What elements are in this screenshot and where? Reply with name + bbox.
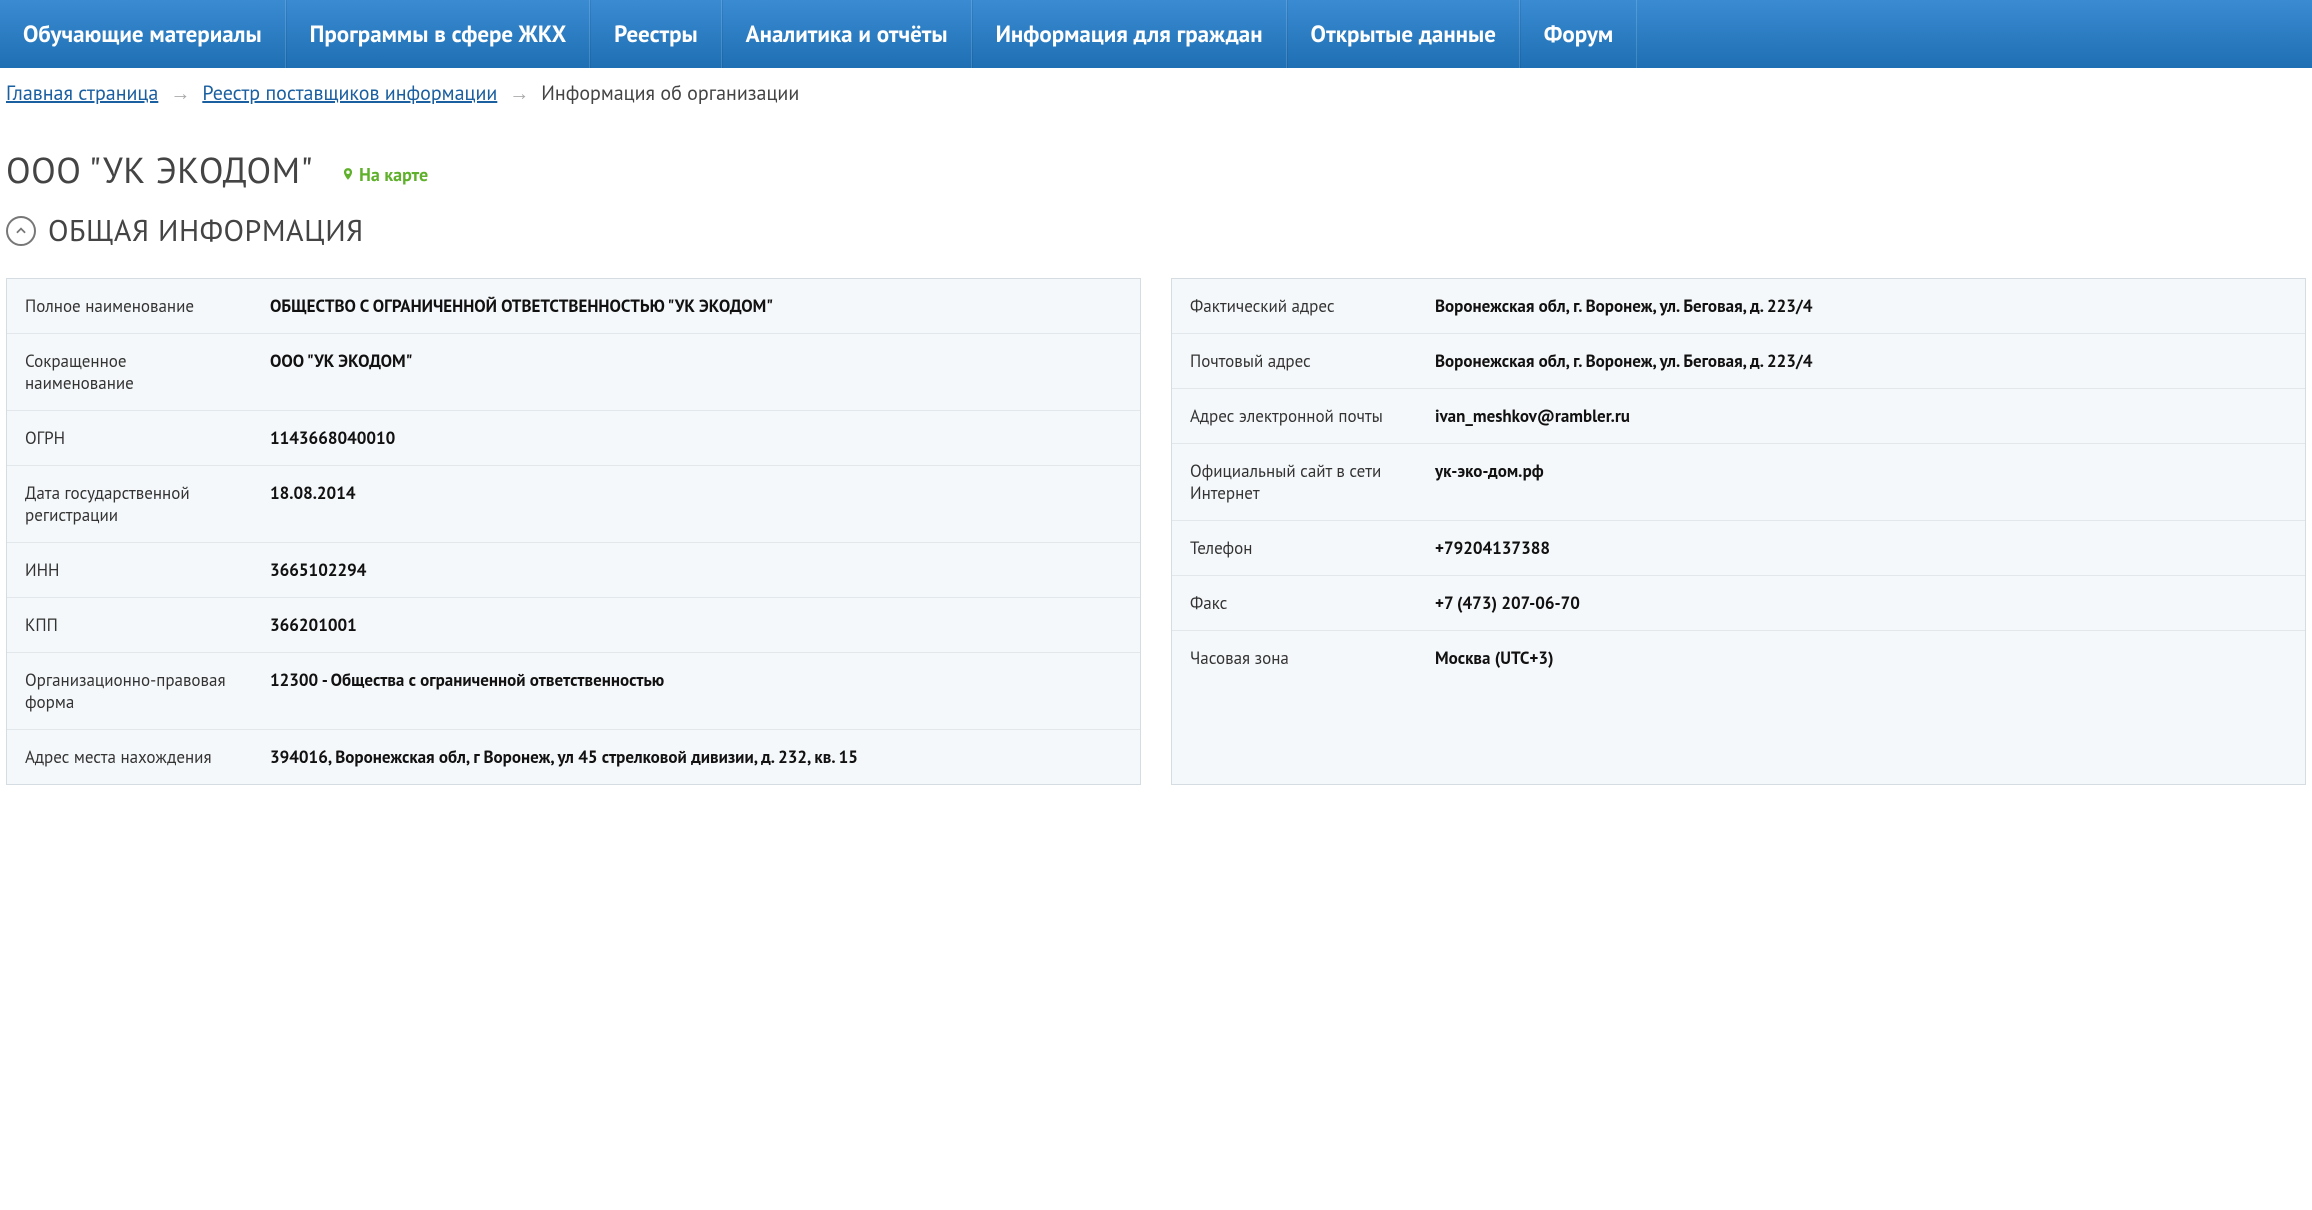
nav-item-citizens[interactable]: Информация для граждан: [972, 0, 1287, 68]
info-label: Сокращенное наименование: [7, 334, 252, 410]
info-value: 3665102294: [252, 543, 1140, 597]
nav-item-registries[interactable]: Реестры: [590, 0, 722, 68]
info-label: Официальный сайт в сети Интернет: [1172, 444, 1417, 520]
info-row: Полное наименованиеОБЩЕСТВО С ОГРАНИЧЕНН…: [7, 279, 1140, 334]
nav-item-analytics[interactable]: Аналитика и отчёты: [722, 0, 972, 68]
map-pin-icon: [341, 165, 355, 183]
info-label: Адрес электронной почты: [1172, 389, 1417, 443]
collapse-toggle[interactable]: [6, 216, 36, 246]
info-value: ук-эко-дом.рф: [1417, 444, 2305, 520]
info-row: Сокращенное наименованиеООО "УК ЭКОДОМ": [7, 334, 1140, 411]
info-label: Факс: [1172, 576, 1417, 630]
info-value: 18.08.2014: [252, 466, 1140, 542]
breadcrumb-registry[interactable]: Реестр поставщиков информации: [202, 80, 497, 106]
info-row: Почтовый адресВоронежская обл, г. Вороне…: [1172, 334, 2305, 389]
info-value: 366201001: [252, 598, 1140, 652]
info-label: Полное наименование: [7, 279, 252, 333]
nav-item-materials[interactable]: Обучающие материалы: [0, 0, 286, 68]
info-label: Почтовый адрес: [1172, 334, 1417, 388]
breadcrumb: Главная страница → Реестр поставщиков ин…: [0, 68, 2312, 106]
info-value: 394016, Воронежская обл, г Воронеж, ул 4…: [252, 730, 1140, 784]
info-row: КПП366201001: [7, 598, 1140, 653]
info-value: ООО "УК ЭКОДОМ": [252, 334, 1140, 410]
nav-item-open-data[interactable]: Открытые данные: [1287, 0, 1520, 68]
info-value: Воронежская обл, г. Воронеж, ул. Беговая…: [1417, 334, 2305, 388]
breadcrumb-current: Информация об организации: [541, 80, 799, 106]
info-card-right: Фактический адресВоронежская обл, г. Вор…: [1171, 278, 2306, 785]
section-header: ОБЩАЯ ИНФОРМАЦИЯ: [0, 203, 2312, 278]
breadcrumb-home[interactable]: Главная страница: [6, 80, 158, 106]
info-label: Телефон: [1172, 521, 1417, 575]
info-row: Телефон+79204137388: [1172, 521, 2305, 576]
info-label: ИНН: [7, 543, 252, 597]
arrow-icon: →: [509, 80, 529, 106]
info-card-left: Полное наименованиеОБЩЕСТВО С ОГРАНИЧЕНН…: [6, 278, 1141, 785]
section-title: ОБЩАЯ ИНФОРМАЦИЯ: [48, 211, 364, 250]
info-label: Фактический адрес: [1172, 279, 1417, 333]
info-row: Часовая зонаМосква (UTC+3): [1172, 631, 2305, 685]
nav-item-programs[interactable]: Программы в сфере ЖКХ: [286, 0, 591, 68]
info-row: ИНН3665102294: [7, 543, 1140, 598]
info-row: Фактический адресВоронежская обл, г. Вор…: [1172, 279, 2305, 334]
info-value: ivan_meshkov@rambler.ru: [1417, 389, 2305, 443]
info-row: Официальный сайт в сети Интернетук-эко-д…: [1172, 444, 2305, 521]
info-label: Дата государственной регистрации: [7, 466, 252, 542]
map-link[interactable]: На карте: [341, 163, 428, 186]
info-label: КПП: [7, 598, 252, 652]
page-title-row: ООО "УК ЭКОДОМ" На карте: [0, 106, 2312, 203]
info-row: Дата государственной регистрации18.08.20…: [7, 466, 1140, 543]
info-value: Москва (UTC+3): [1417, 631, 2305, 685]
info-label: Адрес места нахождения: [7, 730, 252, 784]
top-nav: Обучающие материалы Программы в сфере ЖК…: [0, 0, 2312, 68]
info-value: 1143668040010: [252, 411, 1140, 465]
info-row: Организационно-правовая форма12300 - Общ…: [7, 653, 1140, 730]
info-row: ОГРН1143668040010: [7, 411, 1140, 466]
arrow-icon: →: [170, 80, 190, 106]
info-columns: Полное наименованиеОБЩЕСТВО С ОГРАНИЧЕНН…: [0, 278, 2312, 805]
info-label: Организационно-правовая форма: [7, 653, 252, 729]
info-value: Воронежская обл, г. Воронеж, ул. Беговая…: [1417, 279, 2305, 333]
info-value: +79204137388: [1417, 521, 2305, 575]
chevron-up-icon: [14, 224, 28, 238]
page-title: ООО "УК ЭКОДОМ": [6, 146, 313, 193]
info-value: 12300 - Общества с ограниченной ответств…: [252, 653, 1140, 729]
nav-item-forum[interactable]: Форум: [1520, 0, 1637, 68]
info-value: +7 (473) 207-06-70: [1417, 576, 2305, 630]
info-row: Адрес электронной почтыivan_meshkov@ramb…: [1172, 389, 2305, 444]
info-row: Адрес места нахождения394016, Воронежска…: [7, 730, 1140, 784]
map-link-label: На карте: [359, 163, 428, 186]
info-label: Часовая зона: [1172, 631, 1417, 685]
info-row: Факс+7 (473) 207-06-70: [1172, 576, 2305, 631]
info-value: ОБЩЕСТВО С ОГРАНИЧЕННОЙ ОТВЕТСТВЕННОСТЬЮ…: [252, 279, 1140, 333]
info-label: ОГРН: [7, 411, 252, 465]
